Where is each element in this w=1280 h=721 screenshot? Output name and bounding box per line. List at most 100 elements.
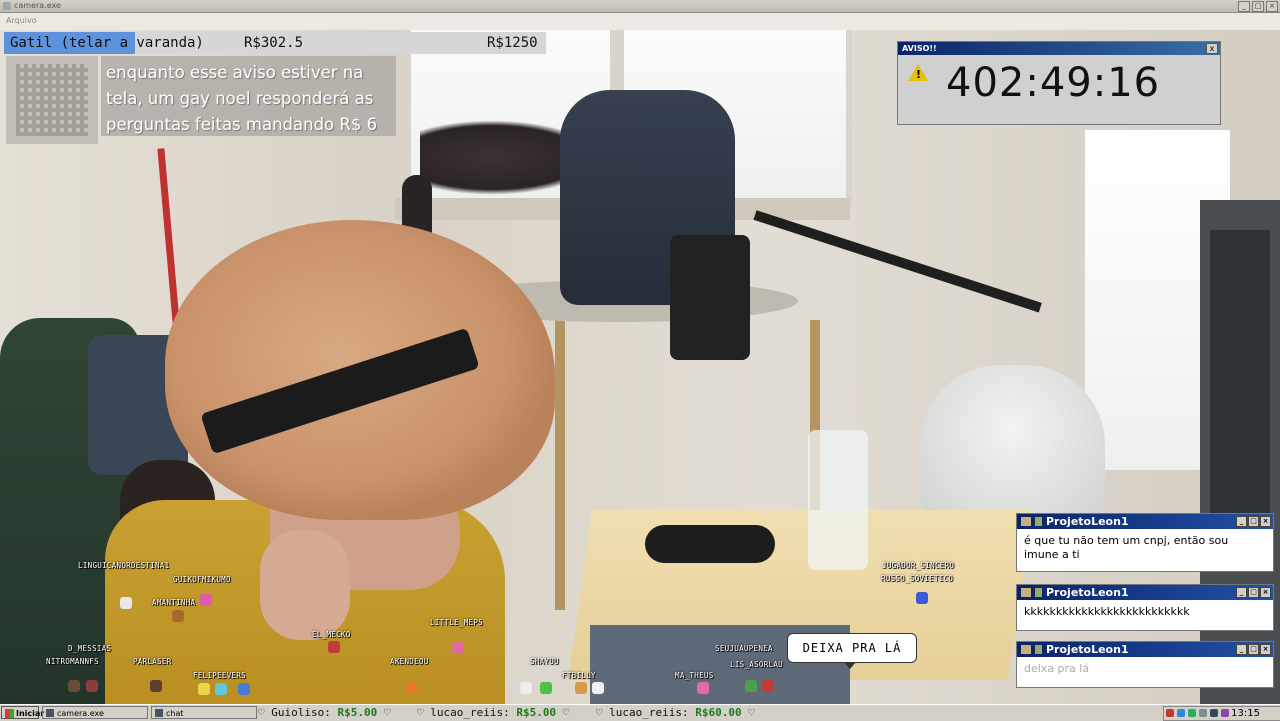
close-button[interactable]: × bbox=[1266, 1, 1278, 12]
viewer-sprite bbox=[405, 682, 417, 694]
chat-username: ProjetoLeon1 bbox=[1046, 515, 1129, 528]
viewer-name: GUIKOFMIKUMO bbox=[173, 575, 231, 584]
tray-icon[interactable] bbox=[1199, 709, 1207, 717]
tray-icon[interactable] bbox=[1177, 709, 1185, 717]
person-hand bbox=[260, 530, 350, 640]
donation-amount: R$5.00 bbox=[516, 706, 557, 719]
donation-ticker: ♡ Guioliso: R$5.00 ♡ ♡ lucao_reiis: R$5.… bbox=[258, 706, 755, 719]
viewer-name: FTBILLY bbox=[562, 671, 596, 680]
viewer-sprite bbox=[697, 682, 709, 694]
windows-logo-icon bbox=[5, 709, 14, 718]
app-icon bbox=[3, 2, 11, 10]
minimize-icon[interactable]: _ bbox=[1236, 587, 1247, 598]
minimize-icon[interactable]: _ bbox=[1236, 644, 1247, 655]
viewer-name: PARLASER bbox=[133, 657, 172, 666]
viewer-name: LINGUICANORDESTINA1 bbox=[78, 561, 170, 570]
donor-name: Guioliso bbox=[271, 706, 325, 719]
taskbar: Iniciar camera.exe chat ♡ Guioliso: R$5.… bbox=[0, 704, 1280, 721]
badge-icon bbox=[1035, 645, 1042, 654]
viewer-sprite bbox=[575, 682, 587, 694]
viewer-sprite bbox=[215, 683, 227, 695]
warning-icon-mark: ! bbox=[916, 68, 922, 81]
chat-popup[interactable]: ProjetoLeon1 _ □ × kkkkkkkkkkkkkkkkkkkkkkk… bbox=[1016, 584, 1274, 631]
menu-arquivo[interactable]: Arquivo bbox=[6, 16, 37, 25]
viewer-sprite bbox=[328, 641, 340, 653]
lamp-shade bbox=[920, 365, 1105, 525]
chat-username: ProjetoLeon1 bbox=[1046, 586, 1129, 599]
countdown-timer: 402:49:16 bbox=[946, 60, 1161, 106]
window-title: camera.exe bbox=[14, 1, 61, 10]
goal-target: R$1250 bbox=[487, 35, 538, 51]
clock: 13:15 bbox=[1231, 708, 1260, 719]
heart-icon: ♡ bbox=[383, 706, 391, 719]
tray-icon[interactable] bbox=[1210, 709, 1218, 717]
heart-icon: ♡ bbox=[416, 706, 424, 719]
mic-arm bbox=[753, 210, 1042, 313]
viewer-sprite bbox=[762, 680, 774, 692]
chat-username: ProjetoLeon1 bbox=[1046, 643, 1129, 656]
goal-current: R$302.5 bbox=[244, 35, 304, 51]
close-icon[interactable]: × bbox=[1260, 644, 1271, 655]
chat-app-icon bbox=[155, 709, 163, 717]
donor-name: lucao_reiis bbox=[609, 706, 682, 719]
maximize-icon[interactable]: □ bbox=[1248, 587, 1259, 598]
heart-icon: ♡ bbox=[595, 706, 603, 719]
viewer-name: D_MESSIAS bbox=[68, 644, 112, 653]
viewer-sprite bbox=[540, 682, 552, 694]
spray-bottle bbox=[808, 430, 868, 570]
aviso-window: AVISO!! x ! 402:49:16 bbox=[897, 41, 1221, 125]
viewer-name: RUSSO_SOVIETICO bbox=[881, 574, 954, 583]
donation-goal-bar: Gatil (telar a varanda) R$302.5 R$1250 bbox=[4, 32, 546, 54]
viewer-sprite bbox=[745, 680, 757, 692]
chat-popup[interactable]: ProjetoLeon1 _ □ × é que tu não tem um cnp… bbox=[1016, 513, 1274, 572]
viewer-sprite bbox=[198, 683, 210, 695]
system-tray: 13:15 bbox=[1163, 706, 1280, 721]
viewer-sprite bbox=[916, 592, 928, 604]
donor-name: lucao_reiis bbox=[430, 706, 504, 719]
task-chat[interactable]: chat bbox=[151, 706, 257, 719]
close-icon[interactable]: × bbox=[1260, 516, 1271, 527]
viewer-sprite bbox=[120, 597, 132, 609]
viewer-name: JUGADOR_SINCERO bbox=[882, 561, 955, 570]
minimize-icon[interactable]: _ bbox=[1236, 516, 1247, 527]
viewer-name: MA_THEUS bbox=[675, 671, 714, 680]
chat-message: delxa pra lá bbox=[1024, 662, 1090, 675]
viewer-sprite bbox=[150, 680, 162, 692]
hair-brush bbox=[645, 525, 775, 563]
viewer-name: LITTLE_MEPS bbox=[430, 618, 483, 627]
tray-icon[interactable] bbox=[1166, 709, 1174, 717]
viewer-name: AMANTINHA bbox=[152, 598, 196, 607]
aviso-title: AVISO!! bbox=[898, 42, 1220, 55]
aviso-close-button[interactable]: x bbox=[1206, 43, 1218, 54]
qr-code bbox=[6, 56, 98, 144]
maximize-icon[interactable]: □ bbox=[1248, 516, 1259, 527]
maximize-icon[interactable]: □ bbox=[1248, 644, 1259, 655]
viewer-name: LIS_ASORLAU bbox=[730, 660, 783, 669]
viewer-name: FELIPEEVERS bbox=[193, 671, 246, 680]
viewer-sprite bbox=[238, 683, 250, 695]
donation-amount: R$60.00 bbox=[695, 706, 742, 719]
tray-icon[interactable] bbox=[1221, 709, 1229, 717]
maximize-button[interactable]: □ bbox=[1252, 1, 1264, 12]
tray-icon[interactable] bbox=[1188, 709, 1196, 717]
minimize-button[interactable]: _ bbox=[1238, 1, 1250, 12]
microphone bbox=[670, 235, 750, 360]
chat-popup[interactable]: ProjetoLeon1 _ □ × delxa pra lá bbox=[1016, 641, 1274, 688]
window-titlebar: camera.exe _ □ × bbox=[0, 0, 1280, 13]
viewer-sprite bbox=[520, 682, 532, 694]
start-button[interactable]: Iniciar bbox=[1, 706, 44, 719]
viewer-sprite bbox=[200, 594, 212, 606]
viewer-name: SEUJUAUPENEA bbox=[715, 644, 773, 653]
close-icon[interactable]: × bbox=[1260, 587, 1271, 598]
viewer-name: EL_MECKO bbox=[312, 630, 351, 639]
viewer-sprite bbox=[452, 642, 464, 654]
donation-amount: R$5.00 bbox=[337, 706, 378, 719]
monitor-screen bbox=[1210, 230, 1270, 530]
menu-bar: Arquivo bbox=[0, 13, 1280, 31]
table-leg bbox=[555, 320, 565, 610]
heart-icon: ♡ bbox=[748, 706, 755, 719]
task-camera[interactable]: camera.exe bbox=[42, 706, 148, 719]
user-avatar-icon bbox=[1021, 588, 1031, 597]
viewer-name: NITROMANNFS bbox=[46, 657, 99, 666]
goal-label: Gatil (telar a varanda) bbox=[10, 35, 204, 51]
